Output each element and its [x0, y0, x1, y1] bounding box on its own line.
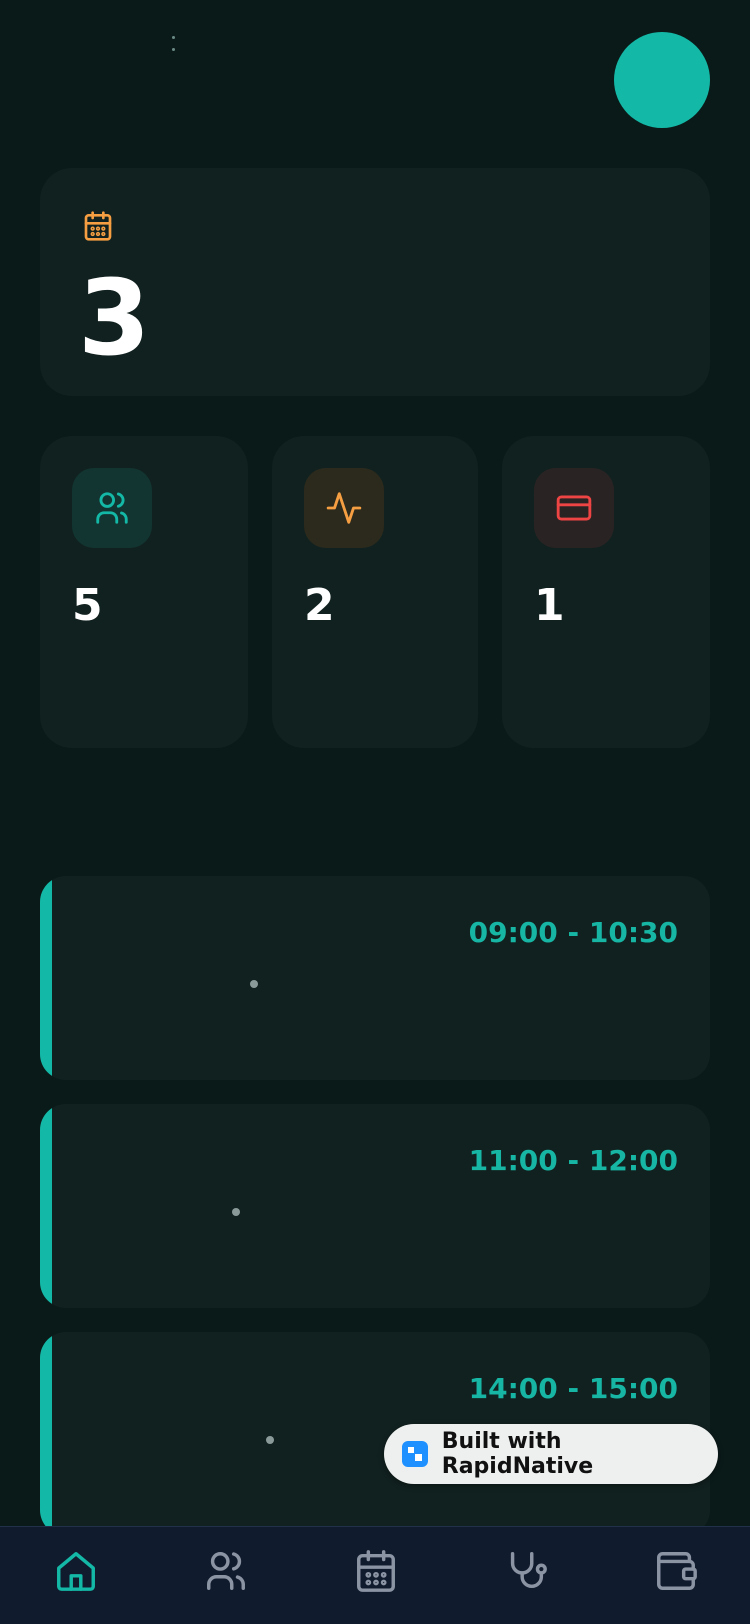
credit-card-icon: [534, 468, 614, 548]
stat-value: 2: [304, 580, 335, 631]
stat-value: 5: [72, 580, 103, 631]
nav-clinical[interactable]: [498, 1543, 554, 1599]
users-icon: [207, 1552, 245, 1590]
appointments-summary-card[interactable]: 3: [40, 168, 710, 396]
appointment-accent-bar: [40, 1332, 52, 1536]
badge-label: Built with RapidNative: [441, 1429, 594, 1479]
separator-dot: [232, 1208, 240, 1216]
calendar-icon: [84, 211, 112, 241]
built-with-badge[interactable]: Built with RapidNative: [384, 1424, 718, 1484]
appointments-count: 3: [78, 257, 152, 379]
stat-card-patients[interactable]: 5: [40, 436, 248, 748]
appointment-accent-bar: [40, 876, 52, 1080]
calendar-icon: [357, 1550, 395, 1592]
stethoscope-icon: [510, 1552, 547, 1589]
stat-value: 1: [534, 580, 565, 631]
nav-calendar[interactable]: [348, 1543, 404, 1599]
dashboard-screen: 3 5 2 1 09:00 - 10:30 11:00 - 12:00 14:0…: [0, 0, 750, 1624]
avatar[interactable]: [614, 32, 710, 128]
wallet-icon: [657, 1552, 697, 1590]
rapidnative-logo-icon: [402, 1441, 428, 1467]
nav-home[interactable]: [48, 1543, 104, 1599]
stat-card-payments[interactable]: 1: [502, 436, 710, 748]
separator-dot: [266, 1436, 274, 1444]
users-icon: [72, 468, 152, 548]
appointment-time: 14:00 - 15:00: [468, 1372, 678, 1405]
separator-dot: [250, 980, 258, 988]
home-icon: [57, 1552, 95, 1591]
appointment-card[interactable]: 11:00 - 12:00: [40, 1104, 710, 1308]
appointment-accent-bar: [40, 1104, 52, 1308]
appointment-time: 09:00 - 10:30: [468, 916, 678, 949]
stat-card-activity[interactable]: 2: [272, 436, 478, 748]
activity-icon: [304, 468, 384, 548]
appointment-time: 11:00 - 12:00: [468, 1144, 678, 1177]
nav-patients[interactable]: [198, 1543, 254, 1599]
appointment-card[interactable]: 09:00 - 10:30: [40, 876, 710, 1080]
bottom-navigation: [0, 1526, 750, 1624]
nav-wallet[interactable]: [648, 1543, 704, 1599]
kebab-icon[interactable]: [172, 36, 178, 58]
